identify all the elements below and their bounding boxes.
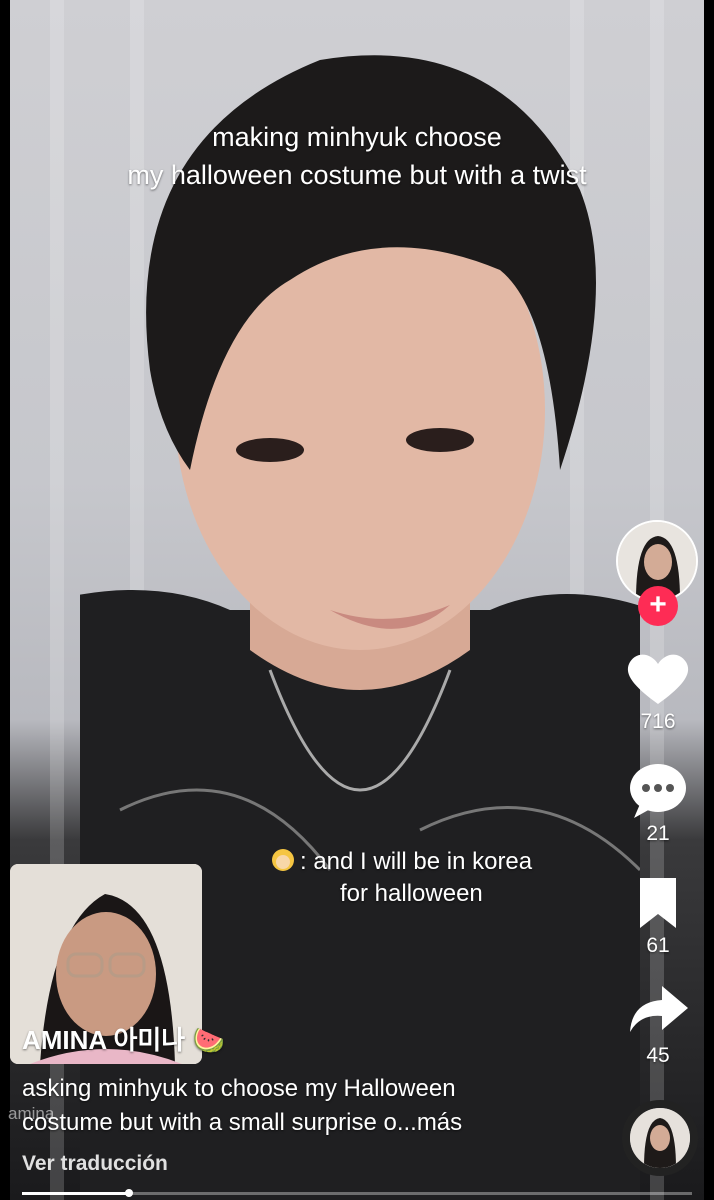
comment-button[interactable] bbox=[622, 760, 694, 830]
bookmark-icon bbox=[640, 878, 676, 928]
video-caption-top: making minhyuk choose my halloween costu… bbox=[0, 118, 714, 194]
comment-bubble-icon bbox=[630, 764, 686, 818]
comment-count: 21 bbox=[646, 822, 670, 845]
heart-icon bbox=[627, 654, 689, 704]
like-count: 716 bbox=[640, 710, 676, 733]
description-line: asking minhyuk to choose my Halloween bbox=[22, 1075, 456, 1102]
share-count: 45 bbox=[646, 1044, 670, 1067]
share-arrow-icon bbox=[630, 986, 688, 1032]
video-progress-bar[interactable] bbox=[22, 1189, 692, 1197]
sound-avatar-image bbox=[630, 1108, 690, 1168]
caption-mid-line1: : and I will be in korea bbox=[300, 848, 533, 875]
creator-username[interactable]: AMINA 아미나 🍉 bbox=[22, 1020, 225, 1057]
follow-button[interactable]: + bbox=[638, 586, 678, 626]
tiktok-video-screen: making minhyuk choose my halloween costu… bbox=[0, 0, 714, 1200]
caption-line: my halloween costume but with a twist bbox=[127, 160, 587, 190]
share-button[interactable] bbox=[622, 980, 694, 1050]
save-count: 61 bbox=[646, 934, 670, 957]
woman-emoji-icon bbox=[272, 849, 294, 871]
description-line: costume but with a small surprise o...má… bbox=[22, 1109, 463, 1136]
music-disc[interactable] bbox=[622, 1100, 698, 1176]
see-translation-link[interactable]: Ver traducción bbox=[22, 1152, 168, 1176]
caption-line: making minhyuk choose bbox=[212, 122, 502, 152]
progress-fill bbox=[22, 1192, 130, 1195]
post-description[interactable]: asking minhyuk to choose my Halloween co… bbox=[22, 1072, 582, 1140]
caption-mid-line2: for halloween bbox=[340, 880, 483, 907]
video-caption-mid: : and I will be in korea for halloween bbox=[270, 846, 600, 910]
